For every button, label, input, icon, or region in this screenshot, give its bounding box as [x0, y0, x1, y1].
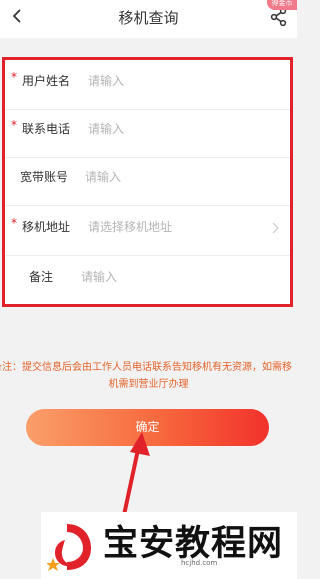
watermark-domain: hcjhd.com: [181, 559, 218, 567]
form-row-remark[interactable]: 备注 请输入: [5, 256, 290, 306]
chevron-right-icon: [272, 222, 279, 234]
remark-note-line1: 备注：提交信息后会由工作人员电话联系告知移机有无资源，如需移: [0, 362, 292, 373]
form-row-phone[interactable]: * 联系电话 请输入: [5, 108, 290, 158]
field-label-remark: 备注: [29, 270, 54, 284]
name-input[interactable]: 请输入: [88, 72, 124, 89]
corner-badge[interactable]: 得金币: [267, 0, 297, 10]
required-mark: *: [11, 70, 17, 84]
form-row-broadband[interactable]: 宽带账号 请输入: [5, 156, 290, 206]
brand-logo-icon: [47, 524, 91, 571]
field-label-phone: 联系电话: [22, 122, 71, 136]
watermark: 宝安教程网 hcjhd.com: [41, 512, 297, 579]
field-label-address: 移机地址: [22, 220, 71, 234]
broadband-account-input[interactable]: 请输入: [85, 168, 121, 185]
field-label-name: 用户姓名: [22, 74, 71, 88]
phone-input[interactable]: 请输入: [88, 120, 124, 137]
form-highlight-box: * 用户姓名 请输入 * 联系电话 请输入 宽带账号 请输入 * 移机地址 请选…: [2, 57, 293, 307]
share-icon[interactable]: [269, 7, 289, 29]
address-select[interactable]: 请选择移机地址: [88, 218, 172, 235]
confirm-button[interactable]: 确定: [26, 409, 269, 446]
required-mark: *: [11, 118, 17, 132]
field-label-broadband: 宽带账号: [20, 170, 69, 184]
required-mark: *: [11, 216, 17, 230]
form-row-address[interactable]: * 移机地址 请选择移机地址: [5, 206, 290, 256]
remark-input[interactable]: 请输入: [81, 268, 117, 285]
header-bar: 移机查询 得金币: [0, 0, 297, 38]
remark-note-line2: 机需到营业厅办理: [108, 379, 189, 390]
form-row-name[interactable]: * 用户姓名 请输入: [5, 60, 290, 110]
remark-note: 备注：提交信息后会由工作人员电话联系告知移机有无资源，如需移 机需到营业厅办理: [0, 359, 297, 393]
page-title: 移机查询: [118, 9, 179, 27]
